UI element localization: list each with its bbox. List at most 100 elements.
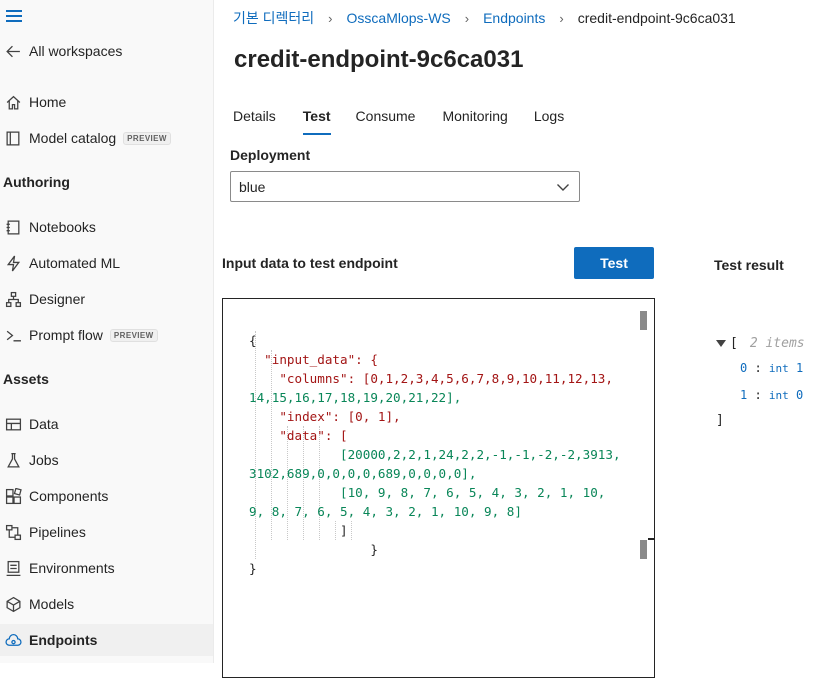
arrow-left-icon	[4, 42, 22, 60]
tab-bar: Details Test Consume Monitoring Logs	[233, 108, 564, 135]
sidebar-item-automated-ml[interactable]: Automated ML	[0, 247, 213, 279]
sidebar-item-home[interactable]: Home	[0, 86, 213, 118]
sidebar-item-label: Endpoints	[29, 632, 98, 648]
sidebar-item-prompt-flow[interactable]: Prompt flow PREVIEW	[0, 319, 213, 351]
deployment-dropdown[interactable]: blue	[230, 171, 580, 202]
result-index: 0	[740, 361, 748, 375]
models-icon	[4, 595, 22, 613]
promptflow-icon	[4, 326, 22, 344]
breadcrumb-endpoints[interactable]: Endpoints	[483, 10, 545, 26]
sidebar-item-label: Data	[29, 416, 59, 432]
sidebar-item-model-catalog[interactable]: Model catalog PREVIEW	[0, 122, 213, 154]
sidebar-item-models[interactable]: Models	[0, 588, 213, 620]
result-index: 1	[740, 388, 748, 402]
breadcrumb: 기본 디렉터리 › OsscaMlops-WS › Endpoints › cr…	[233, 9, 736, 27]
result-row: 1 : int 0	[740, 388, 804, 402]
sidebar-item-label: Designer	[29, 291, 86, 307]
sidebar-item-label: Environments	[29, 560, 115, 576]
tab-test[interactable]: Test	[302, 108, 331, 135]
test-result-heading: Test result	[714, 257, 784, 273]
data-icon	[4, 415, 22, 433]
sidebar-item-label: Home	[29, 94, 67, 110]
left-nav: All workspaces Home Model catalog PREVIE…	[0, 0, 214, 663]
hamburger-menu-icon[interactable]	[6, 10, 22, 24]
editor-scrollbar[interactable]	[640, 311, 647, 330]
sidebar-item-label: Prompt flow	[29, 327, 103, 343]
result-type: int	[768, 362, 789, 375]
sidebar-item-components[interactable]: Components	[0, 480, 213, 512]
result-value: 1	[796, 361, 804, 375]
preview-badge: PREVIEW	[123, 131, 171, 145]
collapse-triangle-icon[interactable]	[716, 340, 726, 347]
breadcrumb-directory[interactable]: 기본 디렉터리	[233, 8, 314, 28]
page-title: credit-endpoint-9c6ca031	[234, 46, 524, 73]
code-line: }	[249, 542, 378, 557]
pipelines-icon	[4, 523, 22, 541]
chevron-right-icon: ›	[328, 10, 333, 26]
back-to-workspaces[interactable]: All workspaces	[0, 35, 213, 67]
sidebar-item-label: Automated ML	[29, 255, 121, 271]
chevron-right-icon: ›	[559, 10, 564, 26]
test-button[interactable]: Test	[574, 247, 654, 279]
notebook-icon	[4, 218, 22, 236]
sidebar-item-data[interactable]: Data	[0, 408, 213, 440]
back-label: All workspaces	[29, 43, 123, 59]
sidebar-item-pipelines[interactable]: Pipelines	[0, 516, 213, 548]
chevron-down-icon	[556, 180, 570, 194]
sidebar-item-label: Components	[29, 488, 109, 504]
code-line: }	[249, 561, 257, 576]
result-row: 0 : int 1	[740, 361, 804, 375]
breadcrumb-workspace[interactable]: OsscaMlops-WS	[347, 10, 451, 26]
editor-code: { "input_data": { "columns": [0,1,2,3,4,…	[249, 312, 621, 578]
code-line: 3102,689,0,0,0,0,689,0,0,0,0],	[249, 466, 477, 481]
jobs-icon	[4, 451, 22, 469]
sidebar-item-label: Pipelines	[29, 524, 86, 540]
code-line: "index": [0, 1],	[249, 409, 401, 424]
code-line: "input_data": {	[249, 352, 378, 367]
section-authoring: Authoring	[3, 174, 70, 190]
sidebar-item-label: Model catalog	[29, 130, 117, 146]
input-data-heading: Input data to test endpoint	[222, 255, 398, 271]
designer-icon	[4, 290, 22, 308]
sidebar-item-designer[interactable]: Designer	[0, 283, 213, 315]
home-icon	[4, 93, 22, 111]
code-line: 14,15,16,17,18,19,20,21,22],	[249, 390, 462, 405]
sidebar-item-jobs[interactable]: Jobs	[0, 444, 213, 476]
code-line: {	[249, 333, 257, 348]
result-type: int	[768, 389, 789, 402]
sidebar-item-notebooks[interactable]: Notebooks	[0, 211, 213, 243]
result-item-count: 2 items	[749, 336, 805, 351]
sidebar-item-label: Models	[29, 596, 75, 612]
sidebar-item-label: Jobs	[29, 452, 59, 468]
editor-scrollbar-marker	[640, 540, 647, 559]
section-assets: Assets	[3, 371, 49, 387]
breadcrumb-current: credit-endpoint-9c6ca031	[577, 10, 736, 26]
preview-badge: PREVIEW	[109, 328, 158, 342]
endpoints-icon	[4, 631, 22, 649]
sidebar-item-environments[interactable]: Environments	[0, 552, 213, 584]
tab-monitoring[interactable]: Monitoring	[442, 108, 507, 134]
chevron-right-icon: ›	[464, 10, 470, 26]
result-open-bracket: [	[730, 336, 738, 351]
tab-consume[interactable]: Consume	[356, 108, 416, 134]
deployment-label: Deployment	[230, 147, 311, 163]
environments-icon	[4, 559, 22, 577]
tab-logs[interactable]: Logs	[534, 108, 564, 134]
automl-icon	[4, 254, 22, 272]
code-line: [10, 9, 8, 7, 6, 5, 4, 3, 2, 1, 10,	[249, 485, 606, 500]
input-json-editor[interactable]: { "input_data": { "columns": [0,1,2,3,4,…	[222, 298, 655, 678]
sidebar-item-label: Notebooks	[29, 219, 96, 235]
editor-cursor	[648, 538, 654, 540]
code-line: "columns": [0,1,2,3,4,5,6,7,8,9,10,11,12…	[249, 371, 613, 386]
result-value: 0	[796, 388, 804, 402]
tab-details[interactable]: Details	[233, 108, 276, 134]
deployment-value: blue	[239, 178, 266, 195]
result-close-bracket: ]	[716, 413, 724, 428]
code-line: 9, 8, 7, 6, 5, 4, 3, 2, 1, 10, 9, 8]	[249, 504, 522, 519]
components-icon	[4, 487, 22, 505]
code-line: [20000,2,2,1,24,2,2,-1,-1,-2,-2,3913,	[249, 447, 621, 462]
catalog-icon	[4, 129, 22, 147]
code-line: ]	[249, 523, 348, 538]
code-line: "data": [	[249, 428, 348, 443]
sidebar-item-endpoints[interactable]: Endpoints	[0, 624, 213, 656]
